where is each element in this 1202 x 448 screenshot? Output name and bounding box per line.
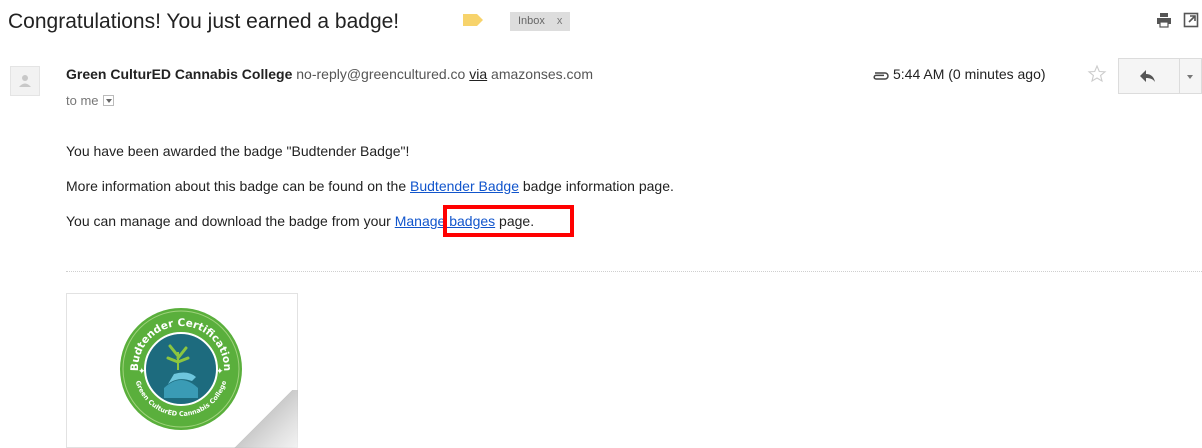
print-icon[interactable]: [1156, 12, 1172, 28]
recipient-text: to me: [66, 93, 99, 108]
recipient-line: to me: [66, 93, 114, 108]
reply-button[interactable]: [1118, 58, 1180, 94]
email-subject: Congratulations! You just earned a badge…: [8, 10, 400, 33]
inbox-label-text: Inbox: [518, 15, 545, 27]
reply-icon: [1140, 70, 1155, 82]
inbox-label-chip[interactable]: Inbox x: [510, 12, 571, 31]
manage-badges-link[interactable]: Manage badges: [395, 213, 495, 229]
more-options-button[interactable]: [1180, 58, 1202, 94]
default-avatar-icon: [19, 75, 31, 87]
via-domain: amazonses.com: [491, 66, 593, 82]
label-tag-icon[interactable]: [463, 14, 483, 26]
star-icon[interactable]: [1087, 64, 1107, 84]
info-text-before: More information about this badge can be…: [66, 178, 411, 194]
message-time: 5:44 AM (0 minutes ago): [893, 66, 1046, 82]
body-line-awarded: You have been awarded the badge "Budtend…: [66, 143, 410, 159]
sender-email[interactable]: no-reply@greencultured.co: [296, 66, 465, 82]
manage-text-after: page.: [495, 213, 535, 229]
sender-name[interactable]: Green CulturED Cannabis College: [66, 66, 292, 82]
badge-image[interactable]: ✦ ✦ Budtender Certification Green Cultur…: [118, 306, 244, 432]
info-text-after: badge information page.: [519, 178, 674, 194]
show-details-dropdown[interactable]: [102, 95, 114, 106]
avatar[interactable]: [10, 66, 40, 96]
new-window-icon[interactable]: [1183, 12, 1199, 28]
sender-line: Green CulturED Cannabis College no-reply…: [66, 66, 593, 82]
remove-label-button[interactable]: x: [557, 15, 563, 27]
via-link[interactable]: via: [469, 66, 487, 82]
manage-text-before: You can manage and download the badge fr…: [66, 213, 395, 229]
paperclip-icon: [873, 72, 889, 80]
budtender-badge-link[interactable]: Budtender Badge: [410, 178, 519, 194]
body-line-manage: You can manage and download the badge fr…: [66, 213, 534, 229]
divider: [66, 271, 1202, 272]
body-line-info: More information about this badge can be…: [66, 178, 674, 194]
